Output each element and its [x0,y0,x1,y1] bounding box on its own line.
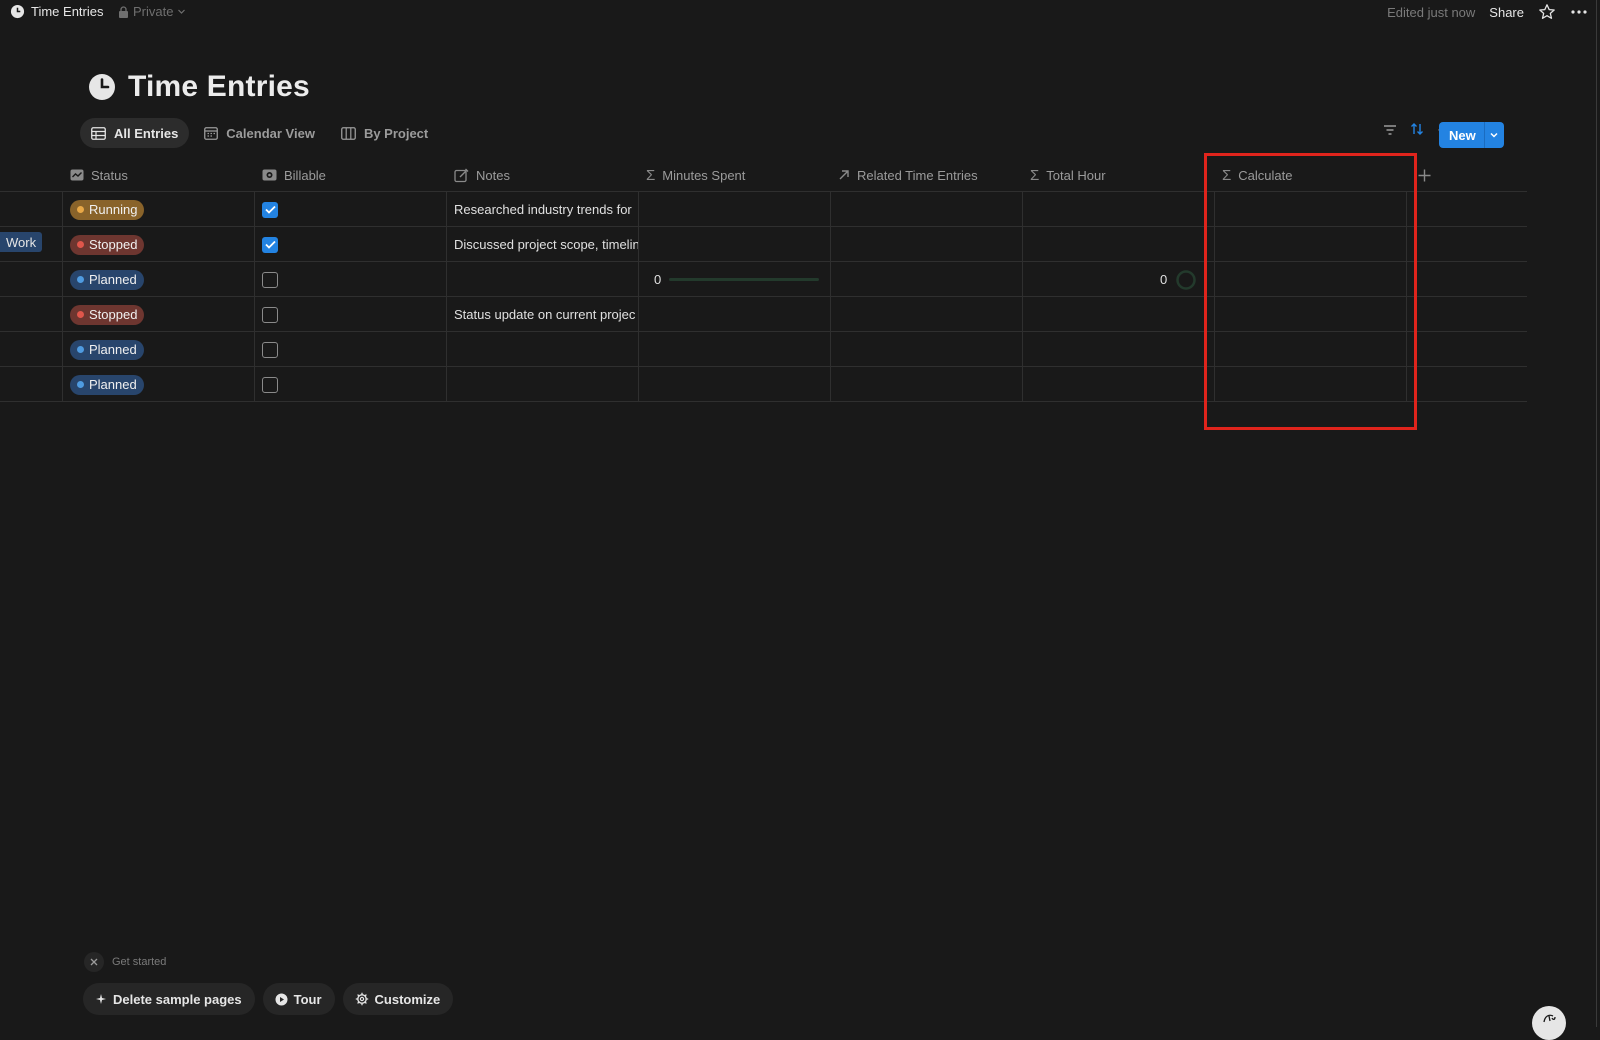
tab-calendar-view[interactable]: Calendar View [193,118,326,148]
notes-cell[interactable]: Discussed project scope, timelin [454,227,638,262]
column-header-status[interactable]: Status [62,158,254,192]
customize-button[interactable]: Customize [342,983,454,1015]
billable-cell[interactable] [262,297,278,332]
billable-cell[interactable] [262,227,278,262]
arrow-up-right-icon [839,170,849,180]
column-label: Minutes Spent [662,167,746,183]
column-header-billable[interactable]: Billable [254,158,446,192]
plus-icon [1418,169,1431,181]
progress-ring-icon [1176,269,1196,290]
billable-checkbox[interactable] [262,341,278,358]
minutes-spent-cell[interactable]: 0 [654,262,820,297]
window-edge [1596,0,1597,1027]
board-icon [341,126,356,140]
billable-checkbox[interactable] [262,236,278,253]
status-pill: Stopped [70,234,145,255]
sort-icon[interactable] [1410,122,1424,141]
progress-track [669,278,820,281]
status-pill: Planned [70,374,144,395]
star-icon[interactable] [1538,3,1556,21]
column-header-notes[interactable]: Notes [446,158,638,192]
column-label: Notes [476,167,510,183]
tour-button[interactable]: Tour [262,983,335,1015]
billable-checkbox[interactable] [262,201,278,218]
column-label: Status [91,167,128,183]
total-hour-value: 0 [1160,272,1168,287]
column-label: Related Time Entries [857,167,978,183]
gear-icon [355,992,368,1006]
sigma-icon: Σ [1030,166,1040,184]
column-label: Total Hour [1046,167,1106,183]
chevron-down-icon [1490,132,1498,138]
delete-sample-pages-button[interactable]: Delete sample pages [83,983,255,1015]
status-cell[interactable]: Planned [70,332,144,367]
onboarding-actions: Delete sample pages Tour Customize [83,983,454,1015]
page-header: Time Entries [88,70,310,104]
billable-cell[interactable] [262,262,278,297]
billable-checkbox[interactable] [262,271,278,288]
billable-checkbox[interactable] [262,376,278,393]
play-icon [275,993,288,1005]
view-tabs: All Entries Calendar View By Project [80,118,439,148]
check-icon [264,205,276,214]
chevron-down-icon [178,9,186,14]
tab-label: By Project [363,125,429,141]
status-pill: Stopped [70,304,145,325]
billable-checkbox[interactable] [262,306,278,323]
clock-icon [89,74,115,100]
notes-cell[interactable]: Status update on current projec [454,297,638,332]
new-options-button[interactable] [1483,122,1504,148]
column-header-related-time-entries[interactable]: Related Time Entries [830,158,1022,192]
column-header-minutes-spent[interactable]: Σ Minutes Spent [638,158,830,192]
tab-label: All Entries [114,125,179,141]
table-icon [91,126,106,140]
privacy-selector[interactable]: Private [118,4,186,19]
column-label: Billable [284,167,326,183]
page-title[interactable]: Time Entries [128,70,310,104]
calendar-icon [204,127,219,140]
status-pill: Planned [70,339,144,360]
status-cell[interactable]: Planned [70,262,144,297]
sparkle-icon [96,994,106,1004]
edit-icon [454,168,469,182]
billable-cell[interactable] [262,332,278,367]
filter-icon[interactable] [1383,123,1397,141]
share-button[interactable]: Share [1489,5,1524,20]
status-pill: Planned [70,269,144,290]
tab-all-entries[interactable]: All Entries [80,118,190,148]
help-button[interactable] [1532,1006,1566,1040]
tab-by-project[interactable]: By Project [330,118,439,148]
privacy-label: Private [133,4,174,19]
clock-icon [10,4,25,19]
close-icon[interactable] [84,952,104,972]
breadcrumb[interactable]: Time Entries [10,4,103,19]
project-tag[interactable]: Work [0,232,43,252]
status-pill: Running [70,199,145,220]
highlight-box [1204,153,1417,430]
billable-cell[interactable] [262,192,278,227]
get-started-panel: Get started [84,952,166,972]
new-button[interactable]: New [1439,122,1484,148]
column-header-total-hour[interactable]: Σ Total Hour [1022,158,1214,192]
billable-cell[interactable] [262,367,278,402]
help-icon [1543,1014,1556,1023]
lock-icon [119,5,128,18]
sigma-icon: Σ [646,166,656,184]
status-cell[interactable]: Planned [70,367,144,402]
minutes-progress: 0 [654,272,820,287]
status-cell[interactable]: Running [70,192,145,227]
new-button-group: New [1439,122,1504,148]
notes-cell[interactable]: Researched industry trends for [454,192,638,227]
top-bar: Time Entries Private Edited just now Sha… [0,0,1600,26]
get-started-label: Get started [112,956,167,968]
checkbox-icon [262,169,277,181]
tab-label: Calendar View [226,125,315,141]
status-cell[interactable]: Stopped [70,297,145,332]
breadcrumb-title[interactable]: Time Entries [31,4,103,19]
edited-status: Edited just now [1387,4,1476,20]
check-icon [264,240,276,249]
status-cell[interactable]: Stopped [70,227,145,262]
more-icon[interactable] [1570,9,1588,15]
status-icon [70,169,84,181]
